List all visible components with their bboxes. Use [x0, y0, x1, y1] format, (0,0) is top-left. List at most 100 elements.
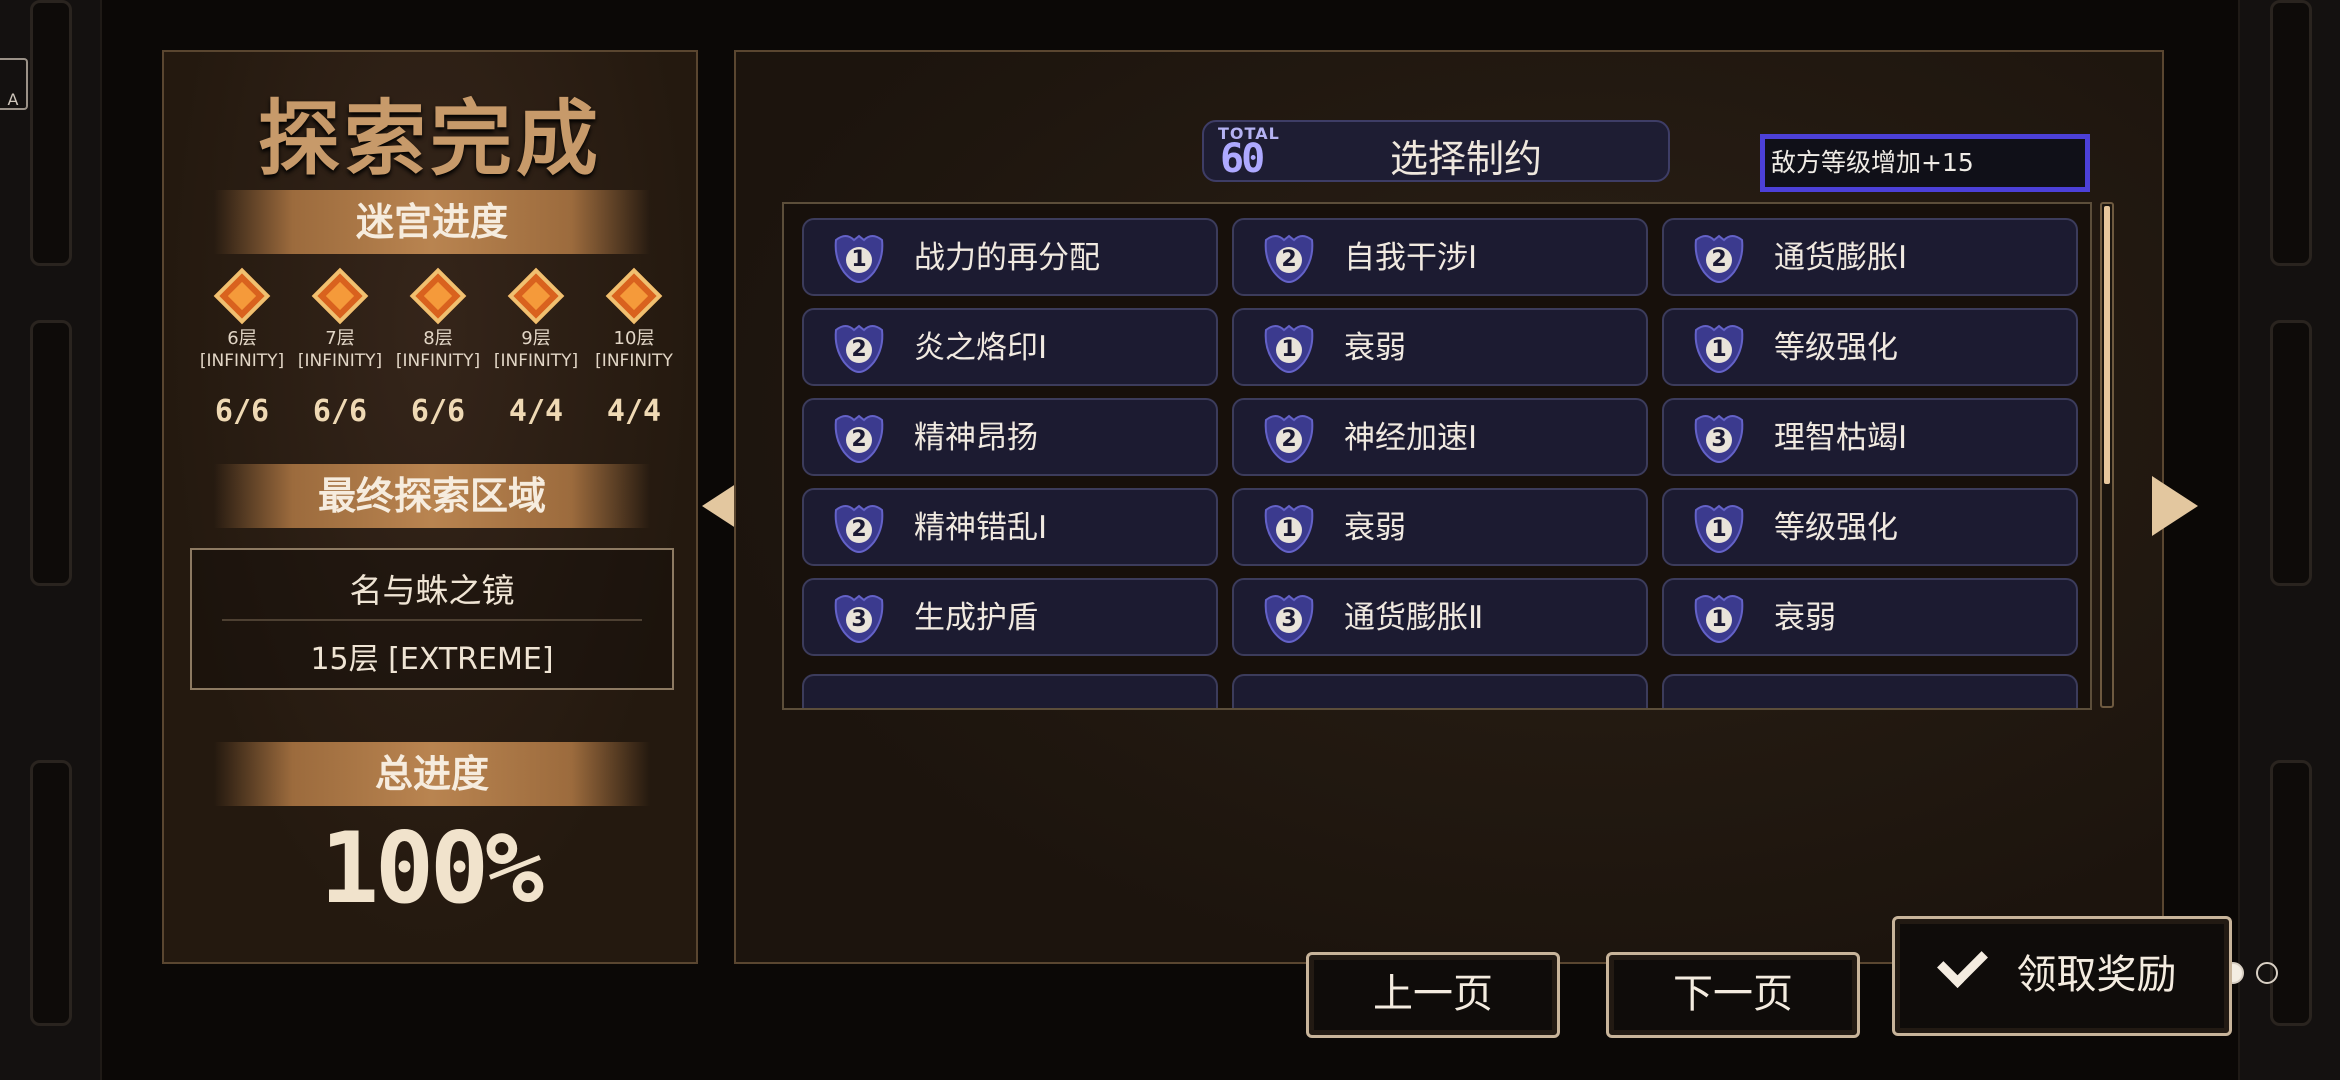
- constraint-card[interactable]: 3 通货膨胀Ⅱ: [1232, 578, 1648, 656]
- constraint-level-badge-icon: 2: [1692, 230, 1746, 284]
- constraint-level: 2: [1711, 247, 1727, 272]
- floor-diamond-icon: [311, 267, 369, 325]
- constraint-card[interactable]: 2 精神昂扬: [802, 398, 1218, 476]
- floor-mode: [INFINITY]: [297, 351, 383, 371]
- floor-diamond-icon: [409, 267, 467, 325]
- constraint-level-badge-icon: 2: [1262, 410, 1316, 464]
- constraint-level-badge-icon: 2: [832, 320, 886, 374]
- constraint-card[interactable]: 2 通货膨胀Ⅰ: [1662, 218, 2078, 296]
- constraint-level-badge-icon: 1: [1692, 590, 1746, 644]
- floor-item: 9层 [INFINITY] 4/4: [490, 267, 582, 429]
- constraint-label: 等级强化: [1774, 330, 1898, 366]
- constraint-level: 1: [1711, 337, 1727, 362]
- frame-slot: [2270, 320, 2312, 586]
- constraint-level-badge-icon: 3: [832, 590, 886, 644]
- arrow-right-icon[interactable]: [2152, 476, 2198, 536]
- total-value: 60: [1220, 136, 1265, 182]
- exploration-summary-panel: 探索完成 迷宫进度 6层 [INFINITY] 6/6 7层 [INFINITY…: [162, 50, 698, 964]
- scrollbar[interactable]: [2100, 202, 2114, 708]
- floor-diamond-icon: [605, 267, 663, 325]
- constraint-card[interactable]: 1 衰弱: [1232, 488, 1648, 566]
- constraint-selection-panel: TOTAL 60 选择制约 敌方等级增加+15 1 战力的再分配 2 自我干涉Ⅰ 2 通货…: [734, 50, 2278, 984]
- floor-mode: [INFINITY: [595, 351, 673, 371]
- floor-mode: [INFINITY]: [493, 351, 579, 371]
- constraint-level-badge-icon: 3: [1262, 590, 1316, 644]
- frame-slot: [2270, 760, 2312, 1026]
- total-progress-value: 100%: [319, 812, 544, 926]
- constraint-card[interactable]: 2 精神错乱Ⅰ: [802, 488, 1218, 566]
- constraint-level: 3: [1281, 607, 1297, 632]
- constraint-label: 理智枯竭Ⅰ: [1774, 420, 1908, 456]
- maze-progress-header: 迷宫进度: [214, 190, 650, 254]
- prev-page-button[interactable]: 上一页: [1306, 952, 1560, 1038]
- constraint-card[interactable]: 2 炎之烙印Ⅰ: [802, 308, 1218, 386]
- constraint-label: 精神错乱Ⅰ: [914, 510, 1048, 546]
- constraint-card[interactable]: 2 自我干涉Ⅰ: [1232, 218, 1648, 296]
- scrollbar-thumb[interactable]: [2104, 206, 2110, 484]
- exploration-complete-title: 探索完成: [257, 91, 602, 187]
- frame-slot: [30, 760, 72, 1026]
- constraint-card[interactable]: 1 衰弱: [1662, 578, 2078, 656]
- constraint-level-badge-icon: 1: [832, 230, 886, 284]
- floor-progress: 4/4: [606, 394, 662, 429]
- constraint-card[interactable]: 1 衰弱: [1232, 308, 1648, 386]
- constraint-label: 生成护盾: [914, 600, 1038, 636]
- total-progress-header: 总进度: [214, 742, 650, 806]
- constraint-level-badge-icon: 1: [1262, 320, 1316, 374]
- frame-edge-left: [0, 0, 102, 1080]
- final-area-box: 名与蛛之镜 15层 [EXTREME]: [190, 548, 674, 690]
- constraint-level-badge-icon: 1: [1262, 500, 1316, 554]
- floor-name: 8层: [423, 328, 453, 349]
- final-area-name: 名与蛛之镜: [349, 571, 515, 610]
- next-page-button[interactable]: 下一页: [1606, 952, 1860, 1038]
- translate-icon[interactable]: A: [0, 58, 28, 110]
- constraint-level: 3: [851, 607, 867, 632]
- floor-item: 7层 [INFINITY] 6/6: [294, 267, 386, 429]
- total-constraint-header: TOTAL 60 选择制约: [1202, 120, 1670, 182]
- selected-effect-box: 敌方等级增加+15: [1760, 134, 2090, 192]
- constraint-level: 2: [851, 427, 867, 452]
- constraint-level: 1: [1281, 517, 1297, 542]
- constraint-label: 精神昂扬: [914, 420, 1038, 456]
- floor-progress: 6/6: [410, 394, 466, 429]
- page-dot[interactable]: [2256, 962, 2278, 984]
- constraint-card-partial[interactable]: [802, 674, 1218, 708]
- frame-edge-right: [2238, 0, 2340, 1080]
- constraint-label: 等级强化: [1774, 510, 1898, 546]
- constraint-card-partial[interactable]: [1232, 674, 1648, 708]
- floor-mode: [INFINITY]: [395, 351, 481, 371]
- constraint-level: 1: [1711, 607, 1727, 632]
- constraint-label: 衰弱: [1344, 330, 1406, 366]
- constraint-level-badge-icon: 2: [832, 500, 886, 554]
- constraint-card-partial[interactable]: [1662, 674, 2078, 708]
- final-area-header: 最终探索区域: [214, 464, 650, 528]
- constraint-label: 衰弱: [1344, 510, 1406, 546]
- constraint-level: 1: [1711, 517, 1727, 542]
- constraint-card[interactable]: 3 生成护盾: [802, 578, 1218, 656]
- constraint-card[interactable]: 1 等级强化: [1662, 308, 2078, 386]
- constraint-card[interactable]: 2 神经加速Ⅰ: [1232, 398, 1648, 476]
- floor-name: 10层: [613, 328, 655, 349]
- floor-name: 6层: [227, 328, 257, 349]
- final-area-floor: 15层 [EXTREME]: [310, 642, 554, 677]
- constraint-level-badge-icon: 2: [1262, 230, 1316, 284]
- floor-progress: 6/6: [312, 394, 368, 429]
- constraint-label: 神经加速Ⅰ: [1344, 420, 1478, 456]
- floor-item: 6层 [INFINITY] 6/6: [196, 267, 288, 429]
- constraint-card[interactable]: 1 战力的再分配: [802, 218, 1218, 296]
- constraint-level-badge-icon: 1: [1692, 500, 1746, 554]
- constraint-grid: 1 战力的再分配 2 自我干涉Ⅰ 2 通货膨胀Ⅰ 2 炎之烙印Ⅰ 1 衰弱 1 等级强化 2 精神昂扬 2 神…: [782, 202, 2092, 710]
- floor-item: 8层 [INFINITY] 6/6: [392, 267, 484, 429]
- floor-name: 7层: [325, 328, 355, 349]
- constraint-card[interactable]: 3 理智枯竭Ⅰ: [1662, 398, 2078, 476]
- constraint-label: 炎之烙印Ⅰ: [914, 330, 1048, 366]
- frame-slot: [2270, 0, 2312, 266]
- constraint-level: 1: [1281, 337, 1297, 362]
- frame-slot: [30, 320, 72, 586]
- constraint-level: 1: [851, 247, 867, 272]
- claim-reward-button[interactable]: 领取奖励: [1892, 916, 2232, 1036]
- constraint-card[interactable]: 1 等级强化: [1662, 488, 2078, 566]
- floor-mode: [INFINITY]: [199, 351, 285, 371]
- floor-progress: 4/4: [508, 394, 564, 429]
- constraint-level-badge-icon: 2: [832, 410, 886, 464]
